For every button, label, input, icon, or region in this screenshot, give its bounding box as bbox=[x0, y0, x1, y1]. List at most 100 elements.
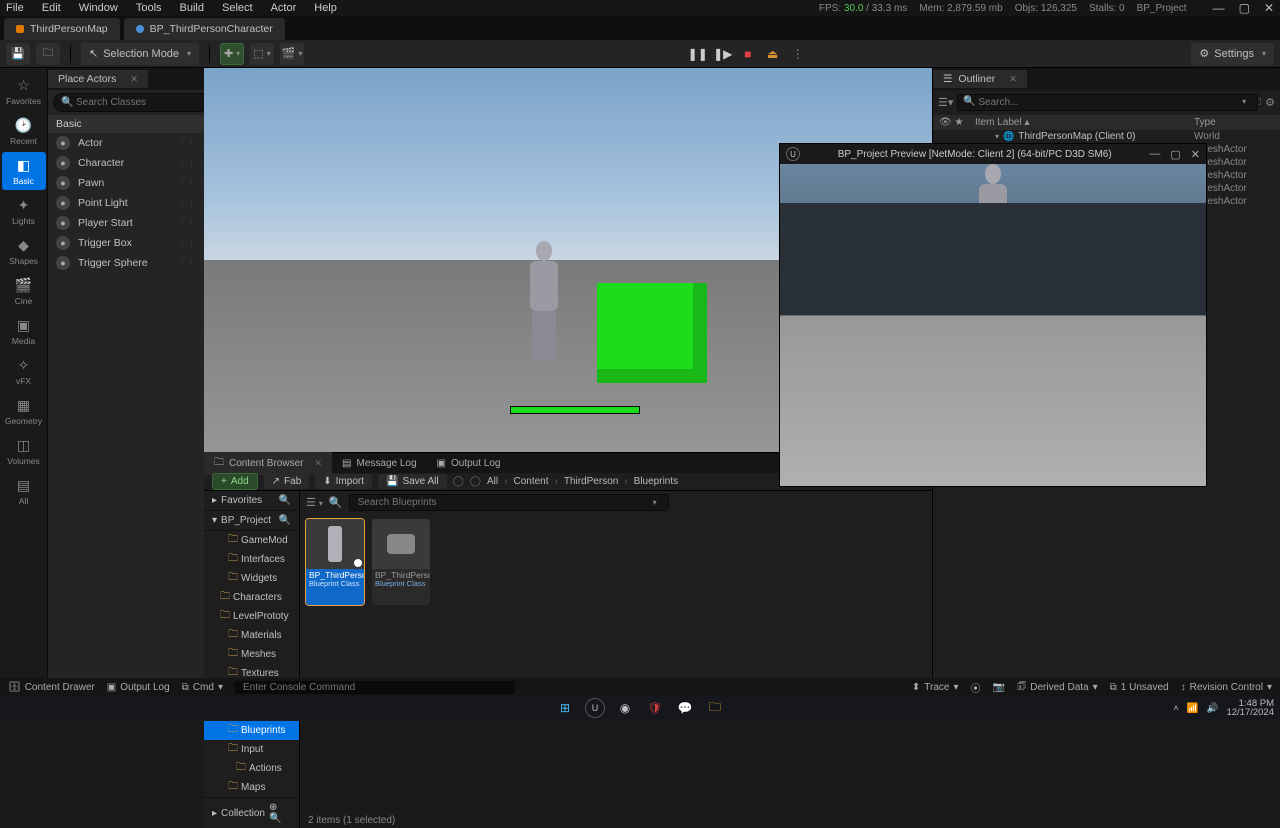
cinematics-dropdown[interactable]: 🎬▾ bbox=[280, 43, 304, 65]
search-icon[interactable]: 🔍 bbox=[279, 495, 291, 506]
window-minimize-icon[interactable]: — bbox=[1149, 148, 1160, 161]
breadcrumb[interactable]: All bbox=[487, 476, 498, 487]
frame-advance-button[interactable]: ❚▶ bbox=[712, 43, 734, 65]
cb-import-button[interactable]: ⬇ Import bbox=[315, 474, 372, 489]
outliner-root[interactable]: ▾🌐ThirdPersonMap (Client 0) World bbox=[933, 130, 1280, 143]
menu-actor[interactable]: Actor bbox=[271, 2, 297, 14]
close-icon[interactable]: ✕ bbox=[130, 74, 138, 85]
rail-volumes[interactable]: ◫Volumes bbox=[2, 432, 46, 470]
history-back-icon[interactable]: ◯ bbox=[453, 476, 464, 487]
tab-bp-character[interactable]: BP_ThirdPersonCharacter bbox=[124, 18, 285, 40]
selection-mode-dropdown[interactable]: ↖Selection Mode▾ bbox=[81, 43, 199, 65]
system-tray[interactable]: ˄ 📶 🔊 1:48 PM12/17/2024 bbox=[1173, 699, 1274, 718]
taskbar-app1[interactable]: 🛡 bbox=[645, 698, 665, 718]
filter-icon[interactable]: ☰▾ bbox=[938, 96, 953, 109]
cb-saveall-button[interactable]: 💾 Save All bbox=[378, 474, 447, 489]
close-icon[interactable]: ✕ bbox=[314, 458, 322, 469]
actor-item[interactable]: ●Trigger Box⋮⋮ bbox=[48, 233, 204, 253]
taskbar-unreal[interactable]: U bbox=[585, 698, 605, 718]
place-actors-tab[interactable]: Place Actors✕ bbox=[48, 70, 148, 88]
cb-tree-item[interactable]: 🗀Interfaces bbox=[204, 550, 299, 569]
place-actors-search[interactable] bbox=[53, 93, 217, 112]
cb-project-root[interactable]: ▾ BP_Project 🔍 bbox=[204, 511, 299, 531]
cb-tree-item[interactable]: 🗀Materials bbox=[204, 626, 299, 645]
revision-control-button[interactable]: ↕ Revision Control ▾ bbox=[1181, 682, 1272, 693]
search-icon[interactable]: 🔍 bbox=[279, 515, 291, 526]
cb-tree-item[interactable]: 🗀Widgets bbox=[204, 569, 299, 588]
window-maximize-icon[interactable]: ▢ bbox=[1170, 148, 1180, 161]
preview-viewport[interactable] bbox=[780, 164, 1206, 486]
filter-icon[interactable]: ☰▾ bbox=[306, 496, 323, 509]
actor-item[interactable]: ●Actor⋮⋮ bbox=[48, 133, 204, 153]
menu-select[interactable]: Select bbox=[222, 2, 253, 14]
asset-tile[interactable]: BP_ThirdPerson...Blueprint Class bbox=[306, 519, 364, 605]
console-command-input[interactable] bbox=[235, 681, 515, 694]
cb-tree-item[interactable]: 🗀GameMod bbox=[204, 531, 299, 550]
rail-lights[interactable]: ✦Lights bbox=[2, 192, 46, 230]
cb-tree-item[interactable]: 🗀LevelPrototy bbox=[204, 607, 299, 626]
menu-edit[interactable]: Edit bbox=[42, 2, 61, 14]
rail-basic[interactable]: ◧Basic bbox=[2, 152, 46, 190]
cb-tree-item[interactable]: 🗀Input bbox=[204, 740, 299, 759]
start-button[interactable]: ⊞ bbox=[555, 698, 575, 718]
menu-help[interactable]: Help bbox=[314, 2, 337, 14]
breadcrumb[interactable]: ThirdPerson bbox=[564, 476, 618, 487]
history-fwd-icon[interactable]: ◯ bbox=[470, 476, 481, 487]
play-options-button[interactable]: ⋮ bbox=[787, 43, 809, 65]
rail-geometry[interactable]: ▦Geometry bbox=[2, 392, 46, 430]
preview-window[interactable]: U BP_Project Preview [NetMode: Client 2]… bbox=[779, 143, 1207, 487]
chevron-up-icon[interactable]: ˄ bbox=[1173, 703, 1179, 714]
rail-media[interactable]: ▣Media bbox=[2, 312, 46, 350]
rail-vfx[interactable]: ✧vFX bbox=[2, 352, 46, 390]
cmd-label[interactable]: ⧉Cmd ▾ bbox=[182, 682, 223, 693]
cb-favorites[interactable]: ▸ Favorites 🔍 bbox=[204, 491, 299, 511]
tab-map[interactable]: ThirdPersonMap bbox=[4, 18, 120, 40]
window-maximize-icon[interactable]: ▢ bbox=[1239, 1, 1250, 15]
rail-cine[interactable]: 🎬Cine bbox=[2, 272, 46, 310]
add-content-button[interactable]: ✚▾ bbox=[220, 43, 244, 65]
actor-item[interactable]: ●Trigger Sphere⋮⋮ bbox=[48, 253, 204, 273]
taskbar-obs[interactable]: ◉ bbox=[615, 698, 635, 718]
rail-favorites[interactable]: ☆Favorites bbox=[2, 72, 46, 110]
taskbar-discord[interactable]: 💬 bbox=[675, 698, 695, 718]
browse-button[interactable]: 🗀 bbox=[36, 43, 60, 65]
settings-button[interactable]: ⚙Settings▾ bbox=[1191, 43, 1274, 65]
breadcrumb[interactable]: Blueprints bbox=[634, 476, 678, 487]
save-button[interactable]: 💾 bbox=[6, 43, 30, 65]
window-close-icon[interactable]: ✕ bbox=[1264, 1, 1274, 15]
camera-button[interactable]: 📷 bbox=[993, 682, 1005, 693]
rail-shapes[interactable]: ◆Shapes bbox=[2, 232, 46, 270]
taskbar-explorer[interactable]: 🗀 bbox=[705, 698, 725, 718]
tab-content-browser[interactable]: 🗀Content Browser✕ bbox=[204, 452, 332, 475]
derived-data-button[interactable]: 🗊 Derived Data ▾ bbox=[1017, 679, 1098, 696]
wifi-icon[interactable]: 📶 bbox=[1187, 703, 1199, 714]
actor-item[interactable]: ●Character⋮⋮ bbox=[48, 153, 204, 173]
window-minimize-icon[interactable]: — bbox=[1213, 1, 1225, 15]
chevron-down-icon[interactable]: ▾ bbox=[653, 498, 657, 507]
cb-search-input[interactable] bbox=[349, 494, 669, 511]
close-icon[interactable]: ✕ bbox=[1009, 74, 1017, 85]
asset-tile[interactable]: BP_ThirdPersonGa...Blueprint Class bbox=[372, 519, 430, 605]
rail-recent[interactable]: 🕑Recent bbox=[2, 112, 46, 150]
menu-window[interactable]: Window bbox=[79, 2, 118, 14]
cb-add-button[interactable]: + Add bbox=[212, 473, 258, 490]
volume-icon[interactable]: 🔊 bbox=[1207, 703, 1219, 714]
pin-icon[interactable]: ★ bbox=[954, 117, 963, 128]
content-drawer-button[interactable]: 🗄Content Drawer bbox=[8, 682, 95, 693]
blueprints-dropdown[interactable]: ⬚▾ bbox=[250, 43, 274, 65]
tab-output-log[interactable]: ▣Output Log bbox=[427, 455, 511, 472]
outliner-search[interactable] bbox=[957, 94, 1258, 111]
cb-tree-item[interactable]: 🗀Blueprints bbox=[204, 721, 299, 740]
eye-icon[interactable]: 👁 bbox=[939, 117, 952, 128]
window-close-icon[interactable]: ✕ bbox=[1191, 148, 1200, 161]
capture-button[interactable]: ⦿ bbox=[971, 680, 981, 695]
cb-fab-button[interactable]: ↗ Fab bbox=[264, 474, 310, 489]
actor-item[interactable]: ●Pawn⋮⋮ bbox=[48, 173, 204, 193]
eject-button[interactable]: ⏏ bbox=[762, 43, 784, 65]
stop-button[interactable]: ■ bbox=[737, 43, 759, 65]
cb-tree-item[interactable]: 🗀Meshes bbox=[204, 645, 299, 664]
menu-file[interactable]: File bbox=[6, 2, 24, 14]
rail-all[interactable]: ▤All bbox=[2, 472, 46, 510]
breadcrumb[interactable]: Content bbox=[513, 476, 548, 487]
unsaved-button[interactable]: ⧉ 1 Unsaved bbox=[1110, 682, 1169, 693]
